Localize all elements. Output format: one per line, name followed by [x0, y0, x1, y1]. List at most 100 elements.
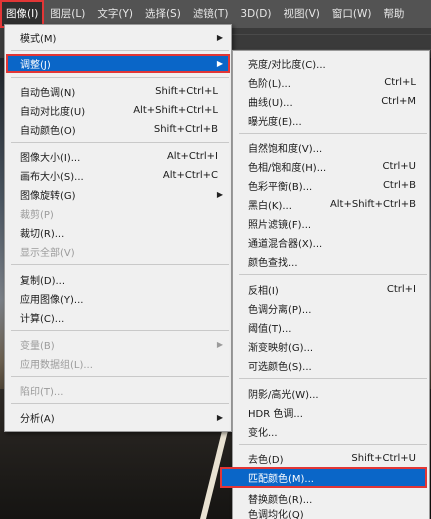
menu-item-shortcut: Alt+Ctrl+C: [162, 170, 218, 181]
menu-item-shortcut: Ctrl+L: [384, 77, 416, 88]
menu-item-auto-color[interactable]: 自动颜色(O) Shift+Ctrl+B: [6, 120, 230, 139]
menu-item-shortcut: Ctrl+U: [382, 161, 417, 172]
menu-3d[interactable]: 3D(D): [234, 0, 277, 28]
menu-item-label: 自动颜色(O): [20, 126, 76, 137]
menu-item-equalize[interactable]: 色调均化(Q): [234, 506, 428, 519]
menu-item-color-lookup[interactable]: 颜色查找...: [234, 252, 428, 271]
menu-item-auto-tone[interactable]: 自动色调(N) Shift+Ctrl+L: [6, 82, 230, 101]
menu-item-label: 变量(B): [20, 341, 55, 352]
menu-item-label: 色彩平衡(B)...: [248, 182, 313, 193]
menu-item-gradient-map[interactable]: 渐变映射(G)...: [234, 337, 428, 356]
menu-item-label: 自然饱和度(V)...: [248, 144, 323, 155]
menu-separator: [11, 376, 229, 377]
menu-separator: [11, 142, 229, 143]
menu-item-label: 去色(D): [248, 455, 284, 466]
menu-item-image-rotation[interactable]: 图像旋转(G) ▶: [6, 185, 230, 204]
menu-separator: [11, 50, 229, 51]
image-menu: 模式(M) ▶ 调整(J) ▶ 自动色调(N) Shift+Ctrl+L 自动对…: [4, 24, 232, 432]
menu-item-label: 应用图像(Y)...: [20, 295, 84, 306]
menu-item-label: 色调均化(Q): [248, 510, 304, 519]
menu-item-label: 图像大小(I)...: [20, 153, 81, 164]
options-bar: [230, 34, 431, 50]
submenu-arrow-icon: ▶: [216, 340, 223, 349]
menu-item-curves[interactable]: 曲线(U)... Ctrl+M: [234, 92, 428, 111]
menu-separator: [11, 330, 229, 331]
menu-item-channel-mixer[interactable]: 通道混合器(X)...: [234, 233, 428, 252]
menu-item-label: 曝光度(E)...: [248, 117, 302, 128]
menu-item-desaturate[interactable]: 去色(D) Shift+Ctrl+U: [234, 449, 428, 468]
menu-item-calculations[interactable]: 计算(C)...: [6, 308, 230, 327]
menu-item-label: 裁剪(P): [20, 210, 54, 221]
menu-item-adjustments[interactable]: 调整(J) ▶: [6, 54, 230, 73]
menu-item-canvas-size[interactable]: 画布大小(S)... Alt+Ctrl+C: [6, 166, 230, 185]
menu-item-label: 阈值(T)...: [248, 324, 292, 335]
menu-item-hue-saturation[interactable]: 色相/饱和度(H)... Ctrl+U: [234, 157, 428, 176]
menu-item-label: 可选颜色(S)...: [248, 362, 312, 373]
menu-item-label: 亮度/对比度(C)...: [248, 60, 326, 71]
menu-item-label: 图像旋转(G): [20, 191, 76, 202]
menu-item-hdr-toning[interactable]: HDR 色调...: [234, 403, 428, 422]
menu-item-trim[interactable]: 裁切(R)...: [6, 223, 230, 242]
menu-help[interactable]: 帮助: [377, 0, 410, 28]
menu-item-label: 陷印(T)...: [20, 387, 64, 398]
menu-separator: [239, 133, 427, 134]
menu-item-label: 计算(C)...: [20, 314, 65, 325]
menu-item-shadows-highlights[interactable]: 阴影/高光(W)...: [234, 384, 428, 403]
menu-item-label: HDR 色调...: [248, 409, 303, 420]
menu-item-label: 自动色调(N): [20, 88, 76, 99]
menu-item-label: 应用数据组(L)...: [20, 360, 93, 371]
menu-item-trap[interactable]: 陷印(T)...: [6, 381, 230, 400]
submenu-arrow-icon: ▶: [216, 190, 223, 199]
menu-item-label: 画布大小(S)...: [20, 172, 84, 183]
menu-view[interactable]: 视图(V): [277, 0, 325, 28]
menu-separator: [239, 378, 427, 379]
menu-item-shortcut: Shift+Ctrl+L: [155, 86, 218, 97]
menu-item-image-size[interactable]: 图像大小(I)... Alt+Ctrl+I: [6, 147, 230, 166]
menu-item-shortcut: Shift+Ctrl+B: [153, 124, 218, 135]
menu-item-color-balance[interactable]: 色彩平衡(B)... Ctrl+B: [234, 176, 428, 195]
menu-item-label: 匹配颜色(M)...: [248, 474, 314, 485]
menu-item-apply-image[interactable]: 应用图像(Y)...: [6, 289, 230, 308]
menu-item-brightness-contrast[interactable]: 亮度/对比度(C)...: [234, 54, 428, 73]
menu-item-analysis[interactable]: 分析(A) ▶: [6, 408, 230, 427]
menu-item-label: 曲线(U)...: [248, 98, 293, 109]
menu-separator: [11, 403, 229, 404]
menu-item-apply-data-set[interactable]: 应用数据组(L)...: [6, 354, 230, 373]
menu-item-label: 自动对比度(U): [20, 107, 86, 118]
menu-item-levels[interactable]: 色阶(L)... Ctrl+L: [234, 73, 428, 92]
menu-item-shortcut: Ctrl+I: [386, 284, 416, 295]
menu-separator: [239, 274, 427, 275]
menu-item-invert[interactable]: 反相(I) Ctrl+I: [234, 280, 428, 299]
menu-item-match-color[interactable]: 匹配颜色(M)...: [220, 467, 427, 488]
menu-item-posterize[interactable]: 色调分离(P)...: [234, 299, 428, 318]
menu-window[interactable]: 窗口(W): [326, 0, 378, 28]
menu-item-variables[interactable]: 变量(B) ▶: [6, 335, 230, 354]
menu-item-selective-color[interactable]: 可选颜色(S)...: [234, 356, 428, 375]
menu-item-shortcut: Shift+Ctrl+U: [351, 453, 416, 464]
menu-item-shortcut: Alt+Ctrl+I: [166, 151, 218, 162]
submenu-arrow-icon: ▶: [216, 33, 223, 42]
menu-item-black-white[interactable]: 黑白(K)... Alt+Shift+Ctrl+B: [234, 195, 428, 214]
menu-item-label: 黑白(K)...: [248, 201, 292, 212]
submenu-arrow-icon: ▶: [216, 59, 223, 68]
menu-item-label: 裁切(R)...: [20, 229, 65, 240]
menu-item-reveal-all[interactable]: 显示全部(V): [6, 242, 230, 261]
menu-item-duplicate[interactable]: 复制(D)...: [6, 270, 230, 289]
menu-item-photo-filter[interactable]: 照片滤镜(F)...: [234, 214, 428, 233]
menu-item-label: 反相(I): [248, 286, 279, 297]
menu-item-exposure[interactable]: 曝光度(E)...: [234, 111, 428, 130]
menu-item-label: 色相/饱和度(H)...: [248, 163, 327, 174]
menu-item-mode[interactable]: 模式(M) ▶: [6, 28, 230, 47]
menu-item-label: 色调分离(P)...: [248, 305, 312, 316]
menu-item-auto-contrast[interactable]: 自动对比度(U) Alt+Shift+Ctrl+L: [6, 101, 230, 120]
menu-item-shortcut: Alt+Shift+Ctrl+L: [133, 105, 218, 116]
menu-item-crop[interactable]: 裁剪(P): [6, 204, 230, 223]
menu-item-label: 分析(A): [20, 414, 55, 425]
menu-item-vibrance[interactable]: 自然饱和度(V)...: [234, 138, 428, 157]
menu-item-label: 替换颜色(R)...: [248, 495, 313, 506]
menu-item-variations[interactable]: 变化...: [234, 422, 428, 441]
menu-item-label: 照片滤镜(F)...: [248, 220, 312, 231]
menu-item-label: 通道混合器(X)...: [248, 239, 323, 250]
menu-item-threshold[interactable]: 阈值(T)...: [234, 318, 428, 337]
menu-item-label: 显示全部(V): [20, 248, 75, 259]
